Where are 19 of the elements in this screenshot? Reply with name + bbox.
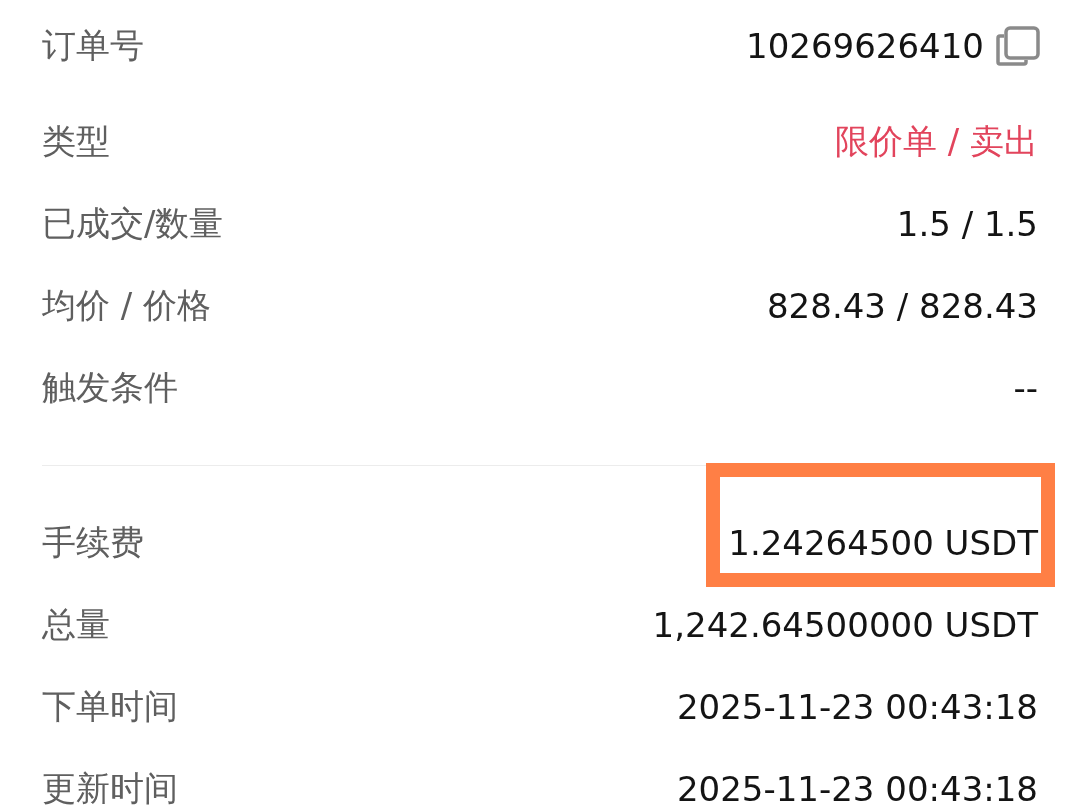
field-label: 更新时间: [42, 767, 178, 810]
field-value: 1,242.64500000 USDT: [652, 605, 1038, 645]
field-value: --: [1013, 368, 1038, 408]
field-value: 2025-11-23 00:43:18: [676, 687, 1038, 727]
field-value: 10269626410: [746, 26, 984, 66]
field-value: 1.5 / 1.5: [896, 204, 1038, 244]
field-value: 828.43 / 828.43: [767, 286, 1038, 326]
field-label: 均价 / 价格: [42, 284, 212, 327]
field-value: 1.24264500 USDT: [728, 523, 1038, 563]
field-label: 总量: [42, 603, 110, 646]
field-value: 限价单 / 卖出: [834, 120, 1038, 163]
field-label: 类型: [42, 120, 110, 163]
field-label: 下单时间: [42, 685, 178, 728]
field-label: 触发条件: [42, 366, 178, 409]
field-label: 手续费: [42, 521, 144, 564]
copy-icon[interactable]: [994, 24, 1042, 68]
field-value: 2025-11-23 00:43:18: [676, 769, 1038, 809]
field-label: 订单号: [42, 24, 144, 67]
field-label: 已成交/数量: [42, 202, 224, 245]
